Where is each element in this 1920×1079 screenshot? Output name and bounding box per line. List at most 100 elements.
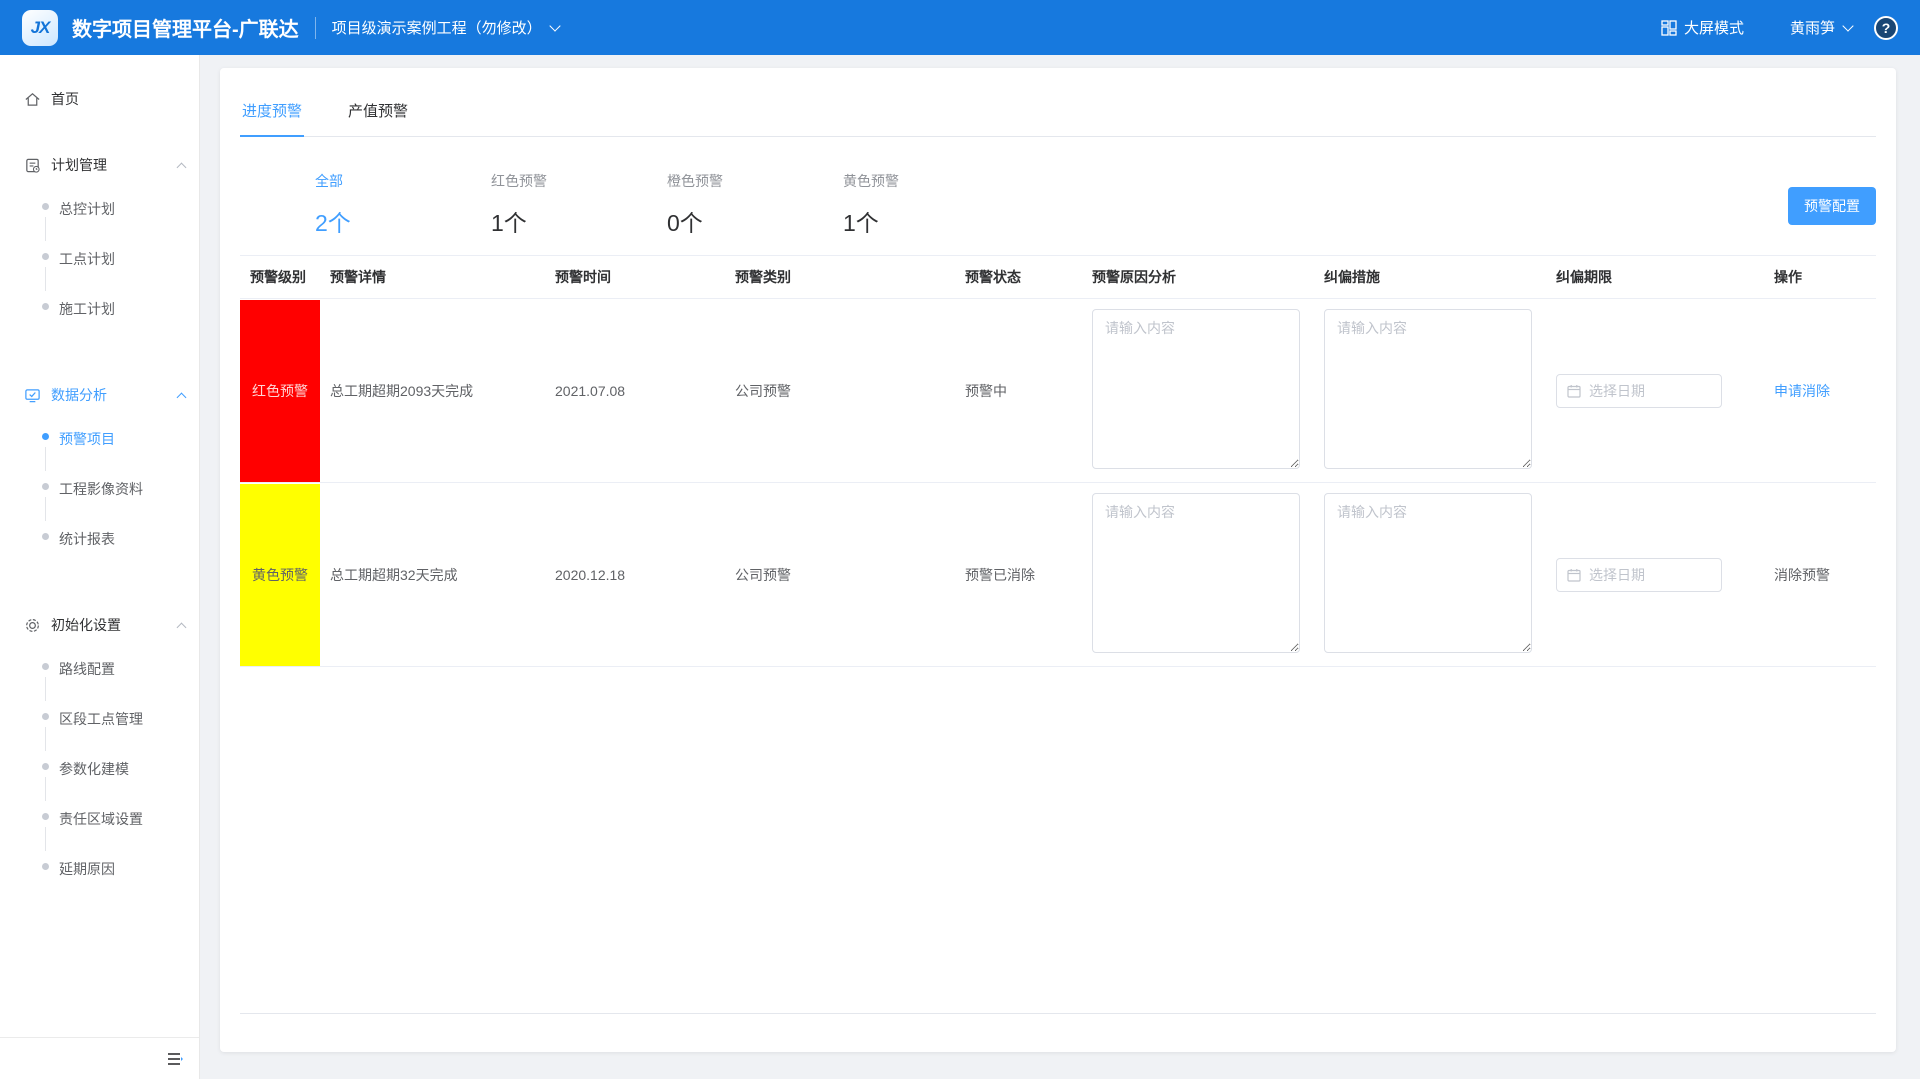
- warning-detail: 总工期超期2093天完成: [320, 299, 545, 483]
- deadline-date-picker[interactable]: 选择日期: [1556, 374, 1722, 408]
- sidebar-item-construction-plan[interactable]: 施工计划: [0, 299, 199, 349]
- sidebar-item-label: 工程影像资料: [59, 481, 143, 497]
- yellow-warning-badge: 黄色预警: [240, 484, 320, 666]
- sidebar-item-master-plan[interactable]: 总控计划: [0, 199, 199, 249]
- sidebar-item-label: 总控计划: [59, 201, 115, 217]
- sidebar-item-delay-reason[interactable]: 延期原因: [0, 859, 199, 909]
- warning-status: 预警已消除: [955, 483, 1082, 667]
- col-corrective-measures: 纠偏措施: [1314, 256, 1546, 299]
- tab-progress-warning[interactable]: 进度预警: [240, 100, 304, 137]
- warning-level-cell: 红色预警: [240, 299, 320, 483]
- app-logo: JX: [22, 10, 58, 46]
- calendar-icon: [1567, 568, 1581, 582]
- stat-yellow-warning[interactable]: 黄色预警 1个: [843, 171, 1019, 241]
- big-screen-mode-button[interactable]: 大屏模式: [1661, 17, 1744, 38]
- tab-bar: 进度预警 产值预警: [240, 68, 1876, 137]
- project-selector[interactable]: 项目级演示案例工程（勿修改）: [332, 17, 559, 38]
- bullet-icon: [42, 533, 49, 540]
- sidebar-item-label: 参数化建模: [59, 761, 129, 777]
- cause-analysis-cell: [1082, 299, 1314, 483]
- sidebar-item-label: 区段工点管理: [59, 711, 143, 727]
- sidebar-item-warning-projects[interactable]: 预警项目: [0, 429, 199, 479]
- sidebar-collapse-button[interactable]: [0, 1037, 199, 1079]
- big-screen-mode-label: 大屏模式: [1684, 17, 1744, 38]
- chevron-up-icon: [177, 392, 187, 402]
- sidebar-item-parametric-modeling[interactable]: 参数化建模: [0, 759, 199, 809]
- corrective-measures-cell: [1314, 299, 1546, 483]
- chevron-up-icon: [177, 622, 187, 632]
- main-area: 进度预警 产值预警 全部 2个 红色预警 1个 橙色预警 0个 黄色预警 1个 …: [200, 55, 1920, 1079]
- project-selector-label: 项目级演示案例工程（勿修改）: [332, 17, 542, 38]
- col-warning-status: 预警状态: [955, 256, 1082, 299]
- bullet-icon: [42, 863, 49, 870]
- stat-value: 0个: [667, 204, 843, 238]
- warning-category: 公司预警: [725, 299, 955, 483]
- col-warning-level: 预警级别: [240, 256, 320, 299]
- corrective-measures-input[interactable]: [1324, 493, 1532, 653]
- stat-orange-warning[interactable]: 橙色预警 0个: [667, 171, 843, 241]
- warning-time: 2021.07.08: [545, 299, 725, 483]
- bullet-icon: [42, 663, 49, 670]
- sidebar-item-label: 路线配置: [59, 661, 115, 677]
- sidebar-section-label: 数据分析: [51, 385, 107, 405]
- user-menu[interactable]: 黄雨笋: [1790, 17, 1852, 38]
- top-header: JX 数字项目管理平台-广联达 项目级演示案例工程（勿修改） 大屏模式 黄雨笋 …: [0, 0, 1920, 55]
- sidebar-item-site-plan[interactable]: 工点计划: [0, 249, 199, 299]
- bullet-icon: [42, 433, 49, 440]
- chevron-down-icon: [549, 20, 560, 31]
- stat-red-warning[interactable]: 红色预警 1个: [491, 171, 667, 241]
- warning-detail: 总工期超期32天完成: [320, 483, 545, 667]
- corrective-measures-input[interactable]: [1324, 309, 1532, 469]
- cause-analysis-input[interactable]: [1092, 493, 1300, 653]
- sidebar-item-label: 预警项目: [59, 431, 115, 447]
- stat-value: 1个: [491, 204, 667, 238]
- stat-all[interactable]: 全部 2个: [315, 171, 491, 241]
- home-icon: [24, 91, 41, 108]
- chevron-down-icon: [1842, 20, 1853, 31]
- bullet-icon: [42, 253, 49, 260]
- tab-output-warning[interactable]: 产值预警: [346, 100, 410, 136]
- col-warning-time: 预警时间: [545, 256, 725, 299]
- content-card: 进度预警 产值预警 全部 2个 红色预警 1个 橙色预警 0个 黄色预警 1个 …: [220, 68, 1896, 1052]
- table-row: 红色预警 总工期超期2093天完成 2021.07.08 公司预警 预警中: [240, 299, 1876, 483]
- clear-warning-link[interactable]: 消除预警: [1774, 567, 1830, 583]
- sidebar-item-label: 统计报表: [59, 531, 115, 547]
- stat-label: 黄色预警: [843, 171, 1019, 191]
- menu-fold-icon: [167, 1052, 183, 1066]
- warning-time: 2020.12.18: [545, 483, 725, 667]
- sidebar-section-init-settings[interactable]: 初始化设置: [0, 605, 199, 645]
- warning-status: 预警中: [955, 299, 1082, 483]
- actions-cell: 申请消除: [1764, 299, 1876, 483]
- corrective-deadline-cell: 选择日期: [1546, 483, 1764, 667]
- username: 黄雨笋: [1790, 17, 1835, 38]
- cause-analysis-input[interactable]: [1092, 309, 1300, 469]
- data-analysis-icon: [24, 387, 41, 404]
- col-actions: 操作: [1764, 256, 1876, 299]
- calendar-icon: [1567, 384, 1581, 398]
- warning-config-button[interactable]: 预警配置: [1788, 187, 1876, 225]
- red-warning-badge: 红色预警: [240, 300, 320, 482]
- sidebar-item-label: 工点计划: [59, 251, 115, 267]
- date-placeholder: 选择日期: [1589, 381, 1645, 401]
- sidebar-section-data-analysis[interactable]: 数据分析: [0, 375, 199, 415]
- sidebar: 首页 计划管理 总控计划 工点计划 施工计划: [0, 55, 200, 1079]
- cause-analysis-cell: [1082, 483, 1314, 667]
- sidebar-section-label: 初始化设置: [51, 615, 121, 635]
- sidebar-item-home[interactable]: 首页: [0, 79, 199, 119]
- deadline-date-picker[interactable]: 选择日期: [1556, 558, 1722, 592]
- card-footer-divider: [240, 1013, 1876, 1014]
- sidebar-item-project-media[interactable]: 工程影像资料: [0, 479, 199, 529]
- bullet-icon: [42, 203, 49, 210]
- gear-icon: [24, 617, 41, 634]
- help-button[interactable]: ?: [1874, 16, 1898, 40]
- sidebar-item-section-site-mgmt[interactable]: 区段工点管理: [0, 709, 199, 759]
- bullet-icon: [42, 483, 49, 490]
- sidebar-section-plan[interactable]: 计划管理: [0, 145, 199, 185]
- sidebar-item-responsibility-area[interactable]: 责任区域设置: [0, 809, 199, 859]
- sidebar-item-route-config[interactable]: 路线配置: [0, 659, 199, 709]
- stat-label: 橙色预警: [667, 171, 843, 191]
- warning-table: 预警级别 预警详情 预警时间 预警类别 预警状态 预警原因分析 纠偏措施 纠偏期…: [240, 255, 1876, 667]
- apply-clear-warning-link[interactable]: 申请消除: [1774, 383, 1830, 399]
- warning-stats: 全部 2个 红色预警 1个 橙色预警 0个 黄色预警 1个 预警配置: [240, 171, 1876, 241]
- sidebar-item-statistics-report[interactable]: 统计报表: [0, 529, 199, 579]
